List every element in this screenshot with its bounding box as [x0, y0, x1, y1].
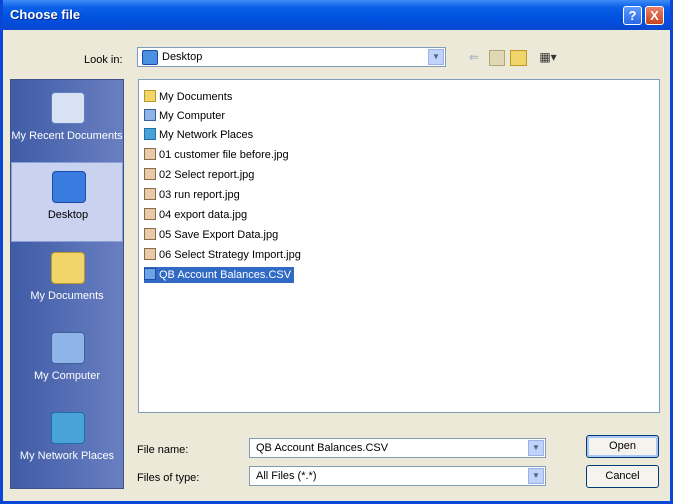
cancel-button[interactable]: Cancel [586, 465, 659, 488]
file-type-label: Files of type: [137, 472, 200, 484]
place-label: Desktop [47, 209, 89, 221]
image-file-icon [144, 228, 156, 240]
chevron-down-icon[interactable]: ▼ [528, 440, 544, 456]
place-my-network-places[interactable]: My Network Places [11, 404, 123, 484]
recent-documents-icon [51, 92, 85, 124]
place-label: My Documents [30, 290, 104, 302]
title-bar[interactable]: Choose file ? X [3, 0, 670, 30]
look-in-label: Look in: [84, 54, 123, 66]
place-label: My Computer [33, 370, 101, 382]
file-name-value: QB Account Balances.CSV [256, 442, 389, 454]
list-item[interactable]: 01 customer file before.jpg [144, 147, 292, 163]
up-folder-icon[interactable] [489, 50, 505, 66]
list-item[interactable]: My Network Places [144, 127, 256, 143]
list-item[interactable]: My Computer [144, 108, 228, 124]
image-file-icon [144, 188, 156, 200]
chevron-down-icon[interactable]: ▼ [528, 468, 544, 484]
place-my-recent-documents[interactable]: My Recent Documents [11, 84, 123, 164]
new-folder-icon[interactable] [510, 50, 527, 66]
close-button[interactable]: X [645, 6, 664, 25]
place-my-computer[interactable]: My Computer [11, 324, 123, 404]
computer-icon [144, 109, 156, 121]
file-name-label: File name: [137, 444, 189, 456]
file-type-value: All Files (*.*) [256, 470, 317, 482]
place-label: My Network Places [19, 450, 115, 462]
list-item[interactable]: 04 export data.jpg [144, 207, 250, 223]
place-my-documents[interactable]: My Documents [11, 244, 123, 324]
file-list[interactable]: My Documents My Computer My Network Plac… [138, 79, 660, 413]
image-file-icon [144, 248, 156, 260]
choose-file-dialog: Choose file ? X Look in: Desktop ▼ ⇐ ▦▾ … [0, 0, 673, 504]
list-item[interactable]: 05 Save Export Data.jpg [144, 227, 281, 243]
my-computer-icon [51, 332, 85, 364]
network-icon [144, 128, 156, 140]
window-title: Choose file [10, 7, 81, 22]
network-places-icon [51, 412, 85, 444]
list-item[interactable]: 06 Select Strategy Import.jpg [144, 247, 304, 263]
my-documents-icon [51, 252, 85, 284]
folder-icon [144, 90, 156, 102]
list-item[interactable]: 03 run report.jpg [144, 187, 243, 203]
list-item[interactable]: 02 Select report.jpg [144, 167, 257, 183]
list-item[interactable]: My Documents [144, 89, 235, 105]
list-item-selected[interactable]: QB Account Balances.CSV [144, 267, 295, 283]
look-in-dropdown[interactable]: Desktop ▼ [137, 47, 446, 67]
image-file-icon [144, 168, 156, 180]
file-type-select[interactable]: All Files (*.*) ▼ [249, 466, 546, 486]
open-button[interactable]: Open [586, 435, 659, 458]
back-arrow-icon[interactable]: ⇐ [466, 50, 482, 64]
place-label: My Recent Documents [11, 130, 123, 142]
image-file-icon [144, 208, 156, 220]
look-in-value: Desktop [162, 51, 203, 63]
image-file-icon [144, 148, 156, 160]
csv-file-icon [144, 268, 156, 280]
views-menu-icon[interactable]: ▦▾ [533, 50, 563, 64]
desktop-icon [52, 171, 86, 203]
file-name-input[interactable]: QB Account Balances.CSV ▼ [249, 438, 546, 458]
chevron-down-icon[interactable]: ▼ [428, 49, 444, 65]
help-button[interactable]: ? [623, 6, 642, 25]
place-desktop[interactable]: Desktop [11, 162, 123, 242]
places-bar: My Recent Documents Desktop My Documents… [10, 79, 124, 489]
desktop-folder-icon [142, 50, 158, 65]
